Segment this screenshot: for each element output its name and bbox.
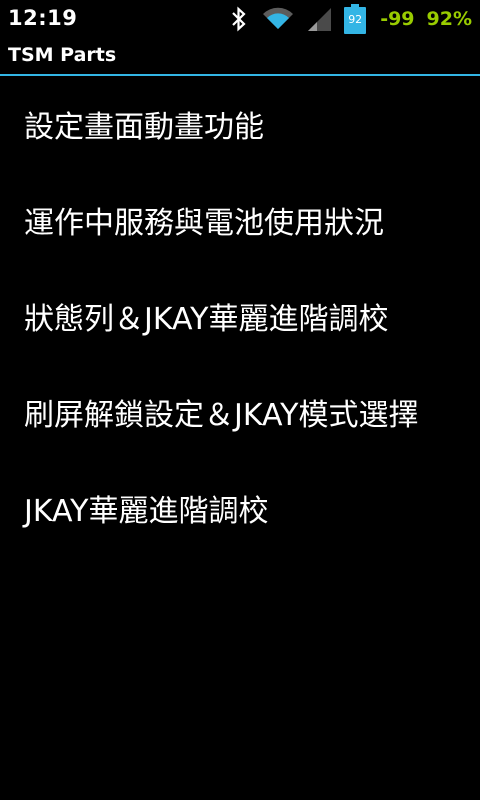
menu-item-running-services-battery[interactable]: 運作中服務與電池使用狀況: [0, 172, 480, 268]
bluetooth-icon: [232, 6, 246, 32]
title-bar: TSM Parts: [0, 38, 480, 74]
signal-icon: [308, 8, 332, 31]
menu-item-label: 狀態列＆JKAY華麗進階調校: [24, 302, 389, 337]
status-bar: 12:19 92 -99 92%: [0, 0, 480, 38]
menu-item-jkay-advanced-tuning[interactable]: JKAY華麗進階調校: [0, 460, 480, 556]
menu-item-label: JKAY華麗進階調校: [24, 494, 269, 529]
battery-icon: 92: [344, 4, 367, 34]
temperature-readout: -99: [380, 8, 415, 30]
status-icons: 92 -99 92%: [230, 4, 472, 34]
menu-item-label: 設定畫面動畫功能: [24, 110, 264, 145]
wifi-icon: [263, 7, 294, 30]
status-time: 12:19: [8, 6, 78, 30]
menu-item-unlock-jkay-mode[interactable]: 刷屏解鎖設定＆JKAY模式選擇: [0, 364, 480, 460]
app-title: TSM Parts: [8, 44, 117, 66]
menu-item-animation-settings[interactable]: 設定畫面動畫功能: [0, 76, 480, 172]
menu-item-label: 刷屏解鎖設定＆JKAY模式選擇: [24, 398, 419, 433]
menu-item-label: 運作中服務與電池使用狀況: [24, 206, 384, 241]
battery-percent: 92%: [426, 8, 472, 30]
menu-item-statusbar-jkay-tuning[interactable]: 狀態列＆JKAY華麗進階調校: [0, 268, 480, 364]
battery-level: 92: [348, 13, 363, 26]
menu-list: 設定畫面動畫功能 運作中服務與電池使用狀況 狀態列＆JKAY華麗進階調校 刷屏解…: [0, 76, 480, 556]
